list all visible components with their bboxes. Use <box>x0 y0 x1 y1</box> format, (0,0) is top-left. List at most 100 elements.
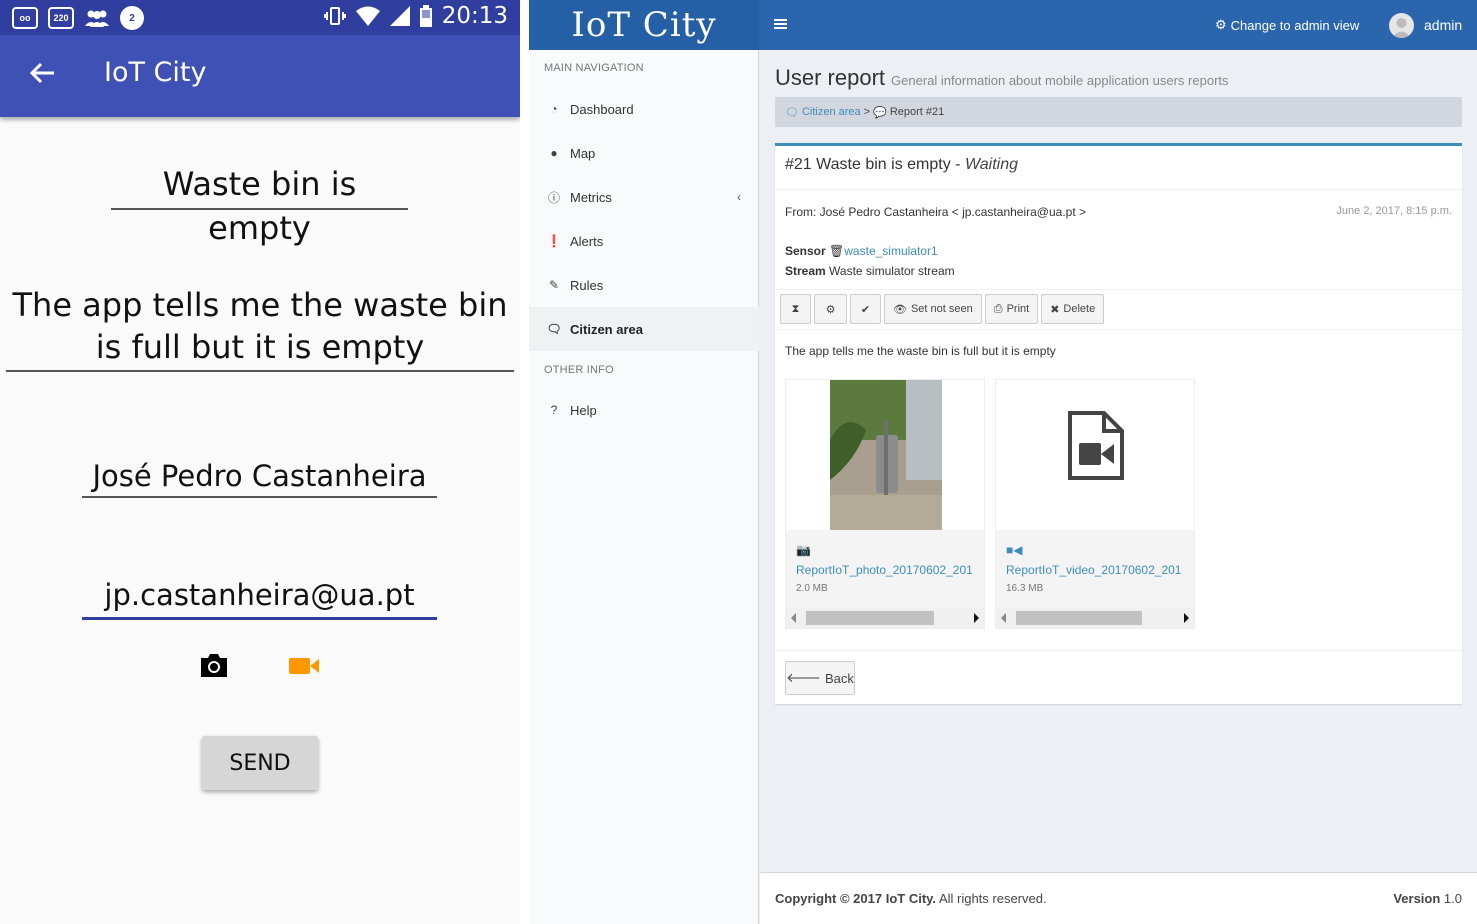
divider <box>775 650 1462 651</box>
sidebar-item-label: Citizen area <box>570 321 643 337</box>
scroll-left-icon[interactable] <box>791 613 796 623</box>
map-marker-icon: ● <box>550 146 558 160</box>
sidebar-item-help[interactable]: ? Help <box>529 388 759 432</box>
divider <box>775 189 1462 190</box>
signal-icon <box>389 6 410 26</box>
site-logo[interactable]: IoT City <box>529 0 759 50</box>
attachment-link[interactable]: ReportIoT_photo_20170602_201 <box>796 563 984 577</box>
send-button[interactable]: SEND <box>202 736 318 790</box>
user-name[interactable]: admin <box>1424 17 1462 33</box>
vibrate-icon <box>323 7 346 25</box>
admin-view-link[interactable]: ⚙ Change to admin view <box>1215 17 1359 33</box>
back-button[interactable]: 🡐 Back <box>785 661 855 695</box>
voicemail-icon: oo <box>12 7 38 29</box>
breadcrumb-citizen-area[interactable]: Citizen area <box>802 106 861 118</box>
sidebar-item-label: Map <box>570 145 596 161</box>
scroll-right-icon[interactable] <box>974 613 979 623</box>
scroll-left-icon[interactable] <box>1001 613 1006 623</box>
button-label: Set not seen <box>910 303 973 315</box>
hourglass-button[interactable]: ⧗ <box>780 294 811 324</box>
file-video-icon <box>1068 411 1124 480</box>
check-circle-icon: ✔ <box>860 303 871 316</box>
battery-icon <box>419 5 432 27</box>
video-camera-icon[interactable] <box>288 656 320 676</box>
attachment-photo[interactable]: 📷 ReportIoT_photo_20170602_201 2.0 MB <box>785 379 985 629</box>
sidebar-item-map[interactable]: ● Map <box>529 131 759 175</box>
sidebar-item-alerts[interactable]: ❗ Alerts <box>529 219 759 263</box>
status-bar: oo 220 2 20:13 <box>0 0 520 35</box>
horizontal-scrollbar[interactable] <box>786 608 984 628</box>
version-number: 1.0 <box>1443 891 1462 906</box>
sidebar-item-metrics[interactable]: ⓘ Metrics ‹ <box>529 175 759 219</box>
sensor-row: Sensor 🗑waste_simulator1 <box>785 244 938 258</box>
scroll-thumb[interactable] <box>1016 611 1142 625</box>
alert-icon: ❗ <box>546 234 562 248</box>
trash-icon: 🗑 <box>829 244 845 258</box>
admin-view-label: Change to admin view <box>1230 17 1360 33</box>
clock-text: 20:13 <box>441 3 508 29</box>
pencil-icon: ✎ <box>548 278 560 292</box>
print-button[interactable]: ⎙ Print <box>984 294 1039 324</box>
scroll-thumb[interactable] <box>806 611 934 625</box>
sidebar-item-citizen-area[interactable]: 🗨 Citizen area <box>529 307 759 351</box>
report-title: #21 Waste bin is empty - Waiting <box>785 156 1018 174</box>
report-title-text: #21 Waste bin is empty - <box>785 156 961 173</box>
reporter-name-field[interactable]: José Pedro Castanheira <box>82 456 437 498</box>
report-from: From: José Pedro Castanheira < jp.castan… <box>785 205 1087 219</box>
stream-row: Stream Waste simulator stream <box>785 264 955 278</box>
button-label: Print <box>1006 303 1030 315</box>
attachment-link[interactable]: ReportIoT_video_20170602_201 <box>1006 563 1194 577</box>
video-icon: ■◀ <box>1006 543 1023 557</box>
breadcrumb-current: Report #21 <box>889 106 945 118</box>
report-description-field[interactable]: The app tells me the waste bin is full b… <box>6 284 514 372</box>
sidebar-item-label: Dashboard <box>570 101 634 117</box>
footer: Copyright © 2017 IoT City. All rights re… <box>760 872 1477 924</box>
stream-value: Waste simulator stream <box>829 264 955 278</box>
sidebar-item-label: Alerts <box>570 233 604 249</box>
set-not-seen-button[interactable]: 👁 Set not seen <box>884 294 982 324</box>
breadcrumb-separator: > <box>863 106 871 118</box>
gears-button[interactable]: ⚙ <box>814 294 847 324</box>
divider <box>775 289 1462 290</box>
camera-icon[interactable] <box>199 652 229 678</box>
scroll-right-icon[interactable] <box>1184 613 1189 623</box>
reporter-email-field[interactable]: jp.castanheira@ua.pt <box>82 575 437 620</box>
gears-icon: ⚙ <box>825 303 836 316</box>
horizontal-scrollbar[interactable] <box>996 608 1194 628</box>
hamburger-menu-icon[interactable] <box>774 17 788 31</box>
photo-thumbnail[interactable] <box>786 380 984 530</box>
copyright-bold: Copyright © 2017 IoT City. <box>775 891 937 906</box>
report-title-field[interactable]: Waste bin is empty <box>111 162 408 247</box>
copyright-rest: All rights reserved. <box>938 891 1047 906</box>
times-icon: ✖ <box>1050 303 1060 316</box>
chevron-left-icon: ‹ <box>737 190 741 204</box>
nav-header-other: OTHER INFO <box>544 364 614 376</box>
version-label: Version <box>1393 891 1441 906</box>
notification-2-icon: 2 <box>120 6 144 30</box>
check-button[interactable]: ✔ <box>850 294 881 324</box>
nav-header-main: MAIN NAVIGATION <box>544 62 644 74</box>
sidebar: MAIN NAVIGATION ◔ Dashboard ● Map ⓘ Metrics… <box>529 50 759 924</box>
stream-label: Stream <box>785 264 826 278</box>
video-placeholder[interactable] <box>996 380 1194 530</box>
report-box: #21 Waste bin is empty - Waiting From: J… <box>775 143 1462 704</box>
avatar[interactable] <box>1389 13 1414 38</box>
report-toolbar: ⧗ ⚙ ✔ 👁 Set not seen ⎙ Print ✖ Delete <box>780 294 1105 324</box>
admin-dashboard: IoT City ⚙ Change to admin view admin MA… <box>529 0 1477 924</box>
page-subtitle: General information about mobile applica… <box>891 73 1229 88</box>
attachment-video[interactable]: ■◀ ReportIoT_video_20170602_201 16.3 MB <box>995 379 1195 629</box>
attachment-size: 2.0 MB <box>796 583 828 594</box>
sidebar-item-dashboard[interactable]: ◔ Dashboard <box>529 87 759 131</box>
sidebar-item-rules[interactable]: ✎ Rules <box>529 263 759 307</box>
wifi-icon <box>355 6 380 26</box>
back-arrow-icon[interactable] <box>28 59 56 91</box>
sensor-link[interactable]: waste_simulator1 <box>844 244 937 258</box>
android-app-screen: oo 220 2 20:13 IoT City Waste bin is emp… <box>0 0 520 924</box>
arrow-left-icon: 🡐 <box>786 670 821 685</box>
button-label: Back <box>824 670 854 686</box>
main-content: User report General information about mob… <box>760 50 1477 872</box>
report-message: The app tells me the waste bin is full b… <box>785 344 1056 358</box>
info-icon: ⓘ <box>547 190 560 205</box>
app-title: IoT City <box>104 57 207 88</box>
delete-button[interactable]: ✖ Delete <box>1041 294 1105 324</box>
